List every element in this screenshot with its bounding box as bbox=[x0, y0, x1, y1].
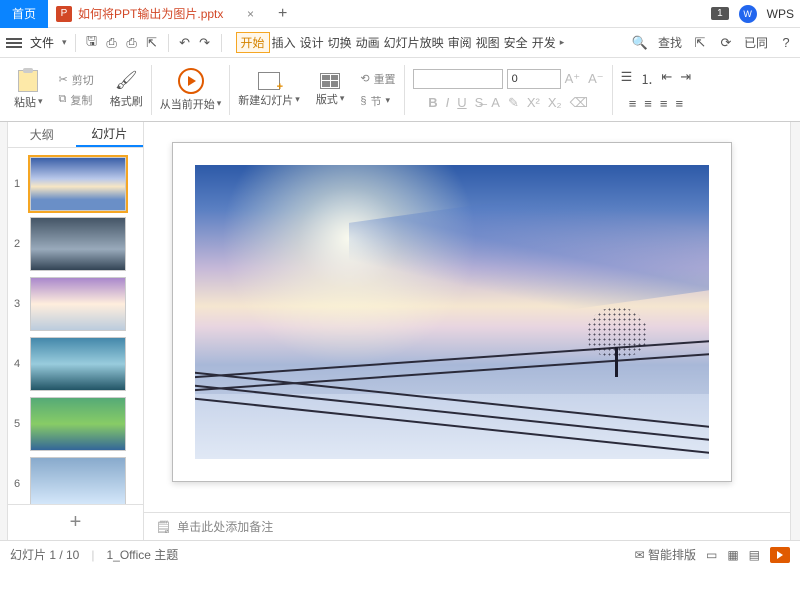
add-slide-button[interactable]: + bbox=[8, 504, 143, 540]
align-left-button[interactable]: ≡ bbox=[629, 96, 637, 111]
thumbnail-1[interactable]: 1 bbox=[8, 154, 143, 214]
underline-button[interactable]: U bbox=[457, 95, 466, 110]
ribbon-tabs: 开始 插入 设计 切换 动画 幻灯片放映 审阅 视图 安全 开发 ▸ bbox=[236, 32, 567, 53]
ppt-icon: P bbox=[56, 6, 72, 22]
document-name: 如何将PPT输出为图片.pptx bbox=[78, 5, 223, 22]
view-sorter-icon[interactable]: ▦ bbox=[727, 548, 738, 562]
new-tab-button[interactable]: + bbox=[268, 5, 297, 23]
wps-label: WPS bbox=[767, 7, 794, 21]
print-icon[interactable]: ⎙ bbox=[124, 35, 140, 51]
wps-logo-icon[interactable]: W bbox=[739, 5, 757, 23]
bullets-button[interactable]: ☰ bbox=[621, 69, 633, 88]
font-family-select[interactable] bbox=[413, 69, 503, 89]
section-button[interactable]: §节▾ bbox=[360, 93, 390, 109]
align-right-button[interactable]: ≡ bbox=[660, 96, 668, 111]
ribbon-tab-insert[interactable]: 插入 bbox=[270, 34, 298, 51]
cloud-icon[interactable]: ⟳ bbox=[718, 35, 734, 51]
ribbon-tab-transition[interactable]: 切换 bbox=[326, 34, 354, 51]
indent-left-button[interactable]: ⇤ bbox=[661, 69, 672, 88]
view-reading-icon[interactable]: ▤ bbox=[749, 548, 760, 562]
notes-icon: 🗒 bbox=[156, 520, 171, 534]
superscript-button[interactable]: X² bbox=[527, 95, 540, 110]
indent-right-button[interactable]: ⇥ bbox=[680, 69, 691, 88]
notification-badge[interactable]: 1 bbox=[711, 7, 729, 20]
paste-icon[interactable] bbox=[18, 70, 38, 92]
ribbon-tab-developer[interactable]: 开发 bbox=[530, 34, 558, 51]
format-painter-button[interactable]: 格式刷 bbox=[110, 93, 143, 109]
save-icon[interactable]: 🖫 bbox=[84, 35, 100, 51]
thumbnail-3[interactable]: 3 bbox=[8, 274, 143, 334]
thumbnail-6[interactable]: 6 bbox=[8, 454, 143, 504]
slideshow-button[interactable] bbox=[770, 547, 790, 563]
undo-icon[interactable]: ↶ bbox=[177, 35, 193, 51]
format-painter-icon[interactable]: 🖌 bbox=[115, 70, 138, 91]
smart-layout-button[interactable]: ✉ 智能排版 bbox=[635, 546, 696, 563]
increase-font-icon[interactable]: A⁺ bbox=[565, 71, 581, 87]
file-menu[interactable]: 文件 bbox=[30, 34, 54, 51]
clear-format-button[interactable]: ⌫ bbox=[570, 95, 588, 111]
slide-position: 幻灯片 1 / 10 bbox=[10, 546, 79, 563]
share-icon[interactable]: ⇱ bbox=[692, 35, 708, 51]
from-current-button[interactable]: 从当前开始▾ bbox=[160, 96, 222, 112]
left-rail bbox=[0, 122, 8, 540]
ribbon-tab-review[interactable]: 审阅 bbox=[446, 34, 474, 51]
ribbon-overflow-icon[interactable]: ▸ bbox=[558, 37, 567, 48]
reset-button[interactable]: ⟲重置 bbox=[360, 71, 395, 87]
ribbon-tab-slideshow[interactable]: 幻灯片放映 bbox=[382, 34, 446, 51]
document-tab[interactable]: P 如何将PPT输出为图片.pptx × bbox=[48, 0, 268, 28]
new-slide-button[interactable]: 新建幻灯片▾ bbox=[238, 92, 300, 108]
italic-button[interactable]: I bbox=[446, 95, 450, 110]
font-size-select[interactable]: 0 bbox=[507, 69, 561, 89]
home-tab[interactable]: 首页 bbox=[0, 0, 48, 28]
subscript-button[interactable]: X₂ bbox=[548, 95, 562, 110]
play-icon[interactable] bbox=[178, 68, 204, 94]
search-label[interactable]: 查找 bbox=[658, 34, 682, 51]
ribbon-tab-security[interactable]: 安全 bbox=[502, 34, 530, 51]
chevron-down-icon[interactable]: ▾ bbox=[62, 37, 67, 48]
highlight-button[interactable]: ✎ bbox=[508, 95, 519, 111]
numbering-button[interactable]: ⒈ bbox=[640, 69, 653, 88]
ribbon-tab-start[interactable]: 开始 bbox=[236, 32, 270, 53]
bold-button[interactable]: B bbox=[428, 95, 437, 110]
thumbnail-2[interactable]: 2 bbox=[8, 214, 143, 274]
ribbon-tab-animation[interactable]: 动画 bbox=[354, 34, 382, 51]
redo-icon[interactable]: ↷ bbox=[197, 35, 213, 51]
strike-button[interactable]: S̶ bbox=[475, 95, 484, 110]
slides-tab[interactable]: 幻灯片 bbox=[76, 122, 144, 147]
search-icon[interactable]: 🔍 bbox=[632, 35, 648, 51]
notes-placeholder[interactable]: 单击此处添加备注 bbox=[177, 518, 273, 535]
ribbon-tab-view[interactable]: 视图 bbox=[474, 34, 502, 51]
align-center-button[interactable]: ≡ bbox=[644, 96, 652, 111]
sync-label: 已同 bbox=[744, 34, 768, 51]
thumbnail-5[interactable]: 5 bbox=[8, 394, 143, 454]
cut-button[interactable]: ✂剪切 bbox=[59, 72, 94, 88]
menu-icon[interactable] bbox=[6, 38, 22, 48]
right-rail bbox=[790, 122, 800, 540]
slide-image bbox=[195, 165, 709, 459]
layout-button[interactable]: 版式▾ bbox=[316, 91, 345, 107]
thumbnail-4[interactable]: 4 bbox=[8, 334, 143, 394]
copy-button[interactable]: ⧉复制 bbox=[59, 92, 93, 108]
font-color-button[interactable]: A bbox=[491, 95, 500, 110]
theme-name: 1_Office 主题 bbox=[106, 546, 178, 563]
outline-tab[interactable]: 大纲 bbox=[8, 122, 76, 147]
view-normal-icon[interactable]: ▭ bbox=[706, 548, 717, 562]
new-slide-icon[interactable] bbox=[258, 72, 280, 90]
thumbnail-list: 1 2 3 4 5 6 bbox=[8, 148, 143, 504]
decrease-font-icon[interactable]: A⁻ bbox=[588, 71, 604, 87]
slide-canvas[interactable] bbox=[172, 142, 732, 482]
ribbon-tab-design[interactable]: 设计 bbox=[298, 34, 326, 51]
paste-button[interactable]: 粘贴▾ bbox=[14, 94, 43, 110]
close-tab-button[interactable]: × bbox=[241, 7, 260, 21]
export-icon[interactable]: ⇱ bbox=[144, 35, 160, 51]
print-preview-icon[interactable]: ⎙ bbox=[104, 35, 120, 51]
help-icon[interactable]: ? bbox=[778, 35, 794, 51]
align-justify-button[interactable]: ≡ bbox=[675, 96, 683, 111]
layout-icon[interactable] bbox=[320, 73, 340, 89]
